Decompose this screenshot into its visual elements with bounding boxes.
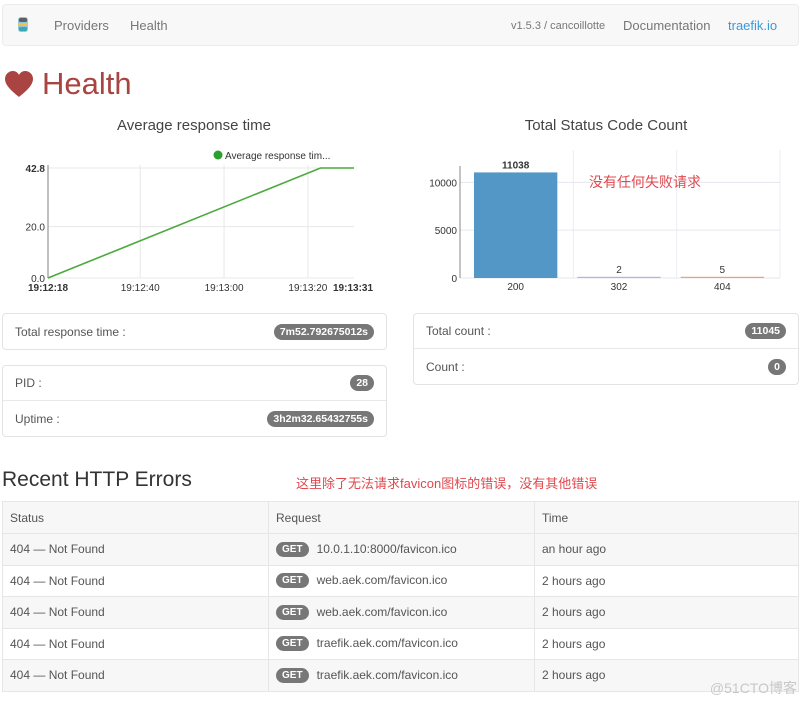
x-tick-label: 200 [507, 282, 524, 293]
chart-annotation: 没有任何失败请求 [589, 174, 701, 190]
error-time: 2 hours ago [534, 596, 799, 629]
http-method-badge: GET [276, 541, 309, 557]
request-url: 10.0.1.10:8000/favicon.ico [316, 541, 457, 556]
http-method-badge: GET [276, 573, 309, 589]
data-label: 11038 [502, 160, 530, 171]
pid-row: PID : 28 [3, 366, 386, 401]
count-badge: 0 [768, 358, 786, 375]
error-row: 404 — Not Found GET traefik.aek.com/favico… [2, 627, 799, 660]
line-chart-title: Average response time [117, 117, 271, 134]
count-row: Count : 0 [414, 349, 798, 384]
total-response-time-badge: 7m52.792675012s [273, 323, 374, 340]
error-time: 2 hours ago [534, 627, 799, 660]
request-url: traefik.aek.com/favicon.ico [316, 667, 458, 682]
count-label: Count : [426, 359, 465, 374]
page-title-text: Health [42, 66, 132, 101]
uptime-badge: 3h2m32.65432755s [267, 410, 374, 427]
heart-icon [5, 71, 33, 97]
total-count-badge: 11045 [745, 323, 786, 339]
x-tick-label: 19:12:18 [28, 283, 68, 294]
http-method-badge: GET [276, 636, 309, 652]
pid-label: PID : [15, 376, 42, 390]
errors-table: Status Request Time 404 — Not Found GET 10… [2, 501, 799, 692]
pid-badge: 28 [350, 375, 374, 391]
http-method-badge: GET [276, 667, 309, 683]
error-row: 404 — Not Found GET web.aek.com/favicon.ic… [2, 596, 799, 629]
error-time: 2 hours ago [534, 564, 799, 597]
navbar: Providers Health v1.5.3 / cancoillotte D… [2, 4, 799, 46]
process-info-panel: PID : 28 Uptime : 3h2m32.65432755s [2, 365, 387, 437]
nav-traefik-io-link[interactable]: traefik.io [728, 18, 777, 33]
uptime-label: Uptime : [15, 411, 60, 426]
request-url: traefik.aek.com/favicon.ico [316, 636, 458, 651]
error-status: 404 — Not Found [2, 627, 269, 660]
page-title: Health [4, 64, 132, 104]
total-count-label: Total count : [426, 324, 491, 338]
error-status: 404 — Not Found [2, 659, 269, 692]
x-tick-label: 19:13:31 [333, 283, 373, 294]
bar-302 [577, 276, 661, 278]
y-tick-label: 42.8 [26, 164, 46, 175]
data-label: 5 [720, 265, 726, 276]
legend-label: Average response tim... [225, 151, 330, 162]
bar-404 [680, 276, 764, 278]
total-response-time-panel: Total response time : 7m52.792675012s [2, 313, 387, 350]
x-tick-label: 19:13:00 [205, 283, 244, 294]
x-tick-label: 19:12:40 [121, 283, 160, 294]
error-status: 404 — Not Found [2, 596, 269, 629]
http-method-badge: GET [276, 604, 309, 620]
uptime-row: Uptime : 3h2m32.65432755s [3, 401, 386, 436]
bar-200 [474, 172, 558, 278]
y-tick-label: 0 [451, 274, 457, 285]
error-request: GET traefik.aek.com/favicon.ico [268, 659, 535, 692]
error-request: GET web.aek.com/favicon.ico [268, 596, 535, 629]
column-header-request[interactable]: Request [268, 501, 535, 534]
request-url: web.aek.com/favicon.ico [316, 604, 448, 619]
error-row: 404 — Not Found GET 10.0.1.10:8000/favicon… [2, 533, 799, 566]
recent-errors-title: Recent HTTP Errors [2, 468, 192, 491]
error-request: GET web.aek.com/favicon.ico [268, 564, 535, 597]
version-label: v1.5.3 / cancoillotte [511, 20, 606, 32]
error-status: 404 — Not Found [2, 533, 269, 566]
y-tick-label: 10000 [429, 178, 457, 189]
error-time: an hour ago [534, 533, 799, 566]
watermark: @51CTO博客 [709, 680, 797, 696]
bar-chart-title: Total Status Code Count [524, 117, 688, 134]
errors-annotation: 这里除了无法请求favicon图标的错误，没有其他错误 [296, 476, 598, 491]
nav-health-link[interactable]: Health [130, 18, 168, 33]
y-tick-label: 20.0 [26, 223, 46, 234]
status-code-count-chart: 0 5000 10000 11038 200 2 302 5 404 [429, 150, 781, 293]
total-count-row: Total count : 11045 [414, 314, 798, 349]
data-label: 2 [616, 265, 622, 276]
error-status: 404 — Not Found [2, 564, 269, 597]
errors-table-header: Status Request Time [2, 501, 799, 534]
nav-documentation-link[interactable]: Documentation [623, 18, 710, 33]
error-row: 404 — Not Found GET web.aek.com/favicon.ic… [2, 564, 799, 597]
column-header-time[interactable]: Time [534, 501, 799, 534]
error-request: GET 10.0.1.10:8000/favicon.ico [268, 533, 535, 566]
average-response-time-chart: 0.020.042.819:12:18 19:12:40 19:13:00 19:13… [26, 150, 373, 294]
traefik-logo-icon[interactable] [17, 16, 29, 33]
request-url: web.aek.com/favicon.ico [316, 573, 448, 588]
nav-providers-link[interactable]: Providers [54, 18, 109, 33]
x-tick-label: 404 [714, 282, 731, 293]
column-header-status[interactable]: Status [2, 501, 269, 534]
legend-marker [213, 150, 223, 160]
y-tick-label: 5000 [435, 226, 458, 237]
error-row: 404 — Not Found GET traefik.aek.com/favico… [2, 659, 799, 692]
total-response-time-row: Total response time : 7m52.792675012s [3, 314, 386, 349]
status-count-panel: Total count : 11045 Count : 0 [413, 313, 799, 385]
x-tick-label: 302 [611, 282, 628, 293]
error-request: GET traefik.aek.com/favicon.ico [268, 627, 535, 660]
total-response-time-label: Total response time : [15, 324, 126, 339]
x-tick-label: 19:13:20 [288, 283, 327, 294]
